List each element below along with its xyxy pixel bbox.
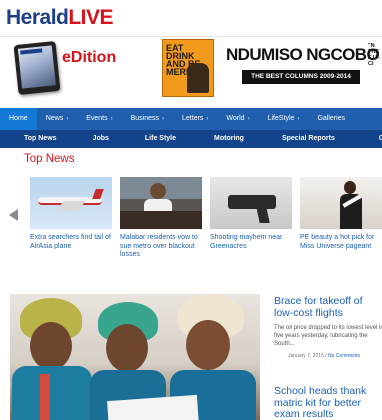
nav-item-label: Galleries bbox=[317, 115, 346, 122]
carousel-prev-arrow-icon[interactable] bbox=[9, 209, 18, 221]
book-cover-image[interactable]: EAT DRINK AND BE MERRY bbox=[162, 39, 214, 97]
site-logo[interactable]: HeraldLIVE bbox=[6, 6, 114, 30]
story-2[interactable]: School heads thank matric kit for better… bbox=[274, 385, 382, 420]
news-thumb-3[interactable] bbox=[210, 177, 292, 229]
promo-banner: eDition EAT DRINK AND BE MERRY NDUMISO N… bbox=[0, 36, 382, 98]
columnist-promo[interactable]: NDUMISO NGCOBO THE BEST COLUMNS 2009-201… bbox=[222, 43, 380, 93]
news-caption-1[interactable]: Extra searchers find tail of AirAsia pla… bbox=[30, 234, 116, 251]
news-caption-3[interactable]: Shooting mayhem near Greenacres bbox=[210, 234, 296, 251]
featured-photo[interactable] bbox=[10, 294, 260, 420]
columnist-tagline: THE BEST COLUMNS 2009-2014 bbox=[242, 70, 360, 84]
news-thumb-2[interactable] bbox=[120, 177, 202, 229]
subnav-item-jobs[interactable]: Jobs bbox=[75, 130, 127, 148]
promo-side-text: "N THE F U -CI bbox=[368, 43, 381, 67]
subnav-item-classifieds[interactable]: Classifieds bbox=[357, 130, 382, 148]
edition-link[interactable]: eDition bbox=[62, 49, 116, 67]
nav-item-home[interactable]: Home bbox=[0, 108, 37, 130]
nav-item-label: World bbox=[226, 115, 245, 122]
chevron-right-icon: › bbox=[247, 116, 250, 122]
nav-item-label: Home bbox=[9, 115, 28, 122]
chevron-right-icon: › bbox=[110, 116, 113, 122]
chevron-right-icon: › bbox=[66, 116, 69, 122]
nav-item-events[interactable]: Events › bbox=[77, 108, 121, 130]
nav-item-letters[interactable]: Letters › bbox=[173, 108, 217, 130]
news-caption-4[interactable]: PE beauty a hot pick for Miss Universe p… bbox=[300, 234, 382, 251]
news-caption-2[interactable]: Malabar residents vow to sue metro over … bbox=[120, 234, 206, 260]
nav-item-world[interactable]: World › bbox=[217, 108, 258, 130]
story-comments-link[interactable]: No Comments bbox=[328, 353, 360, 359]
chevron-right-icon: › bbox=[206, 116, 209, 122]
subnav-item-top-news[interactable]: Top News bbox=[0, 130, 75, 148]
nav-item-lifestyle[interactable]: LifeStyle › bbox=[259, 108, 309, 130]
nav-item-label: Letters bbox=[182, 115, 204, 122]
nav-item-label: LifeStyle bbox=[267, 115, 295, 122]
news-thumb-1[interactable] bbox=[30, 177, 112, 229]
chevron-right-icon: › bbox=[162, 116, 165, 122]
logo-live: LIVE bbox=[68, 6, 114, 29]
nav-item-business[interactable]: Business › bbox=[122, 108, 173, 130]
columnist-name: NDUMISO NGCOBO bbox=[226, 45, 380, 64]
subnav-item-motoring[interactable]: Motoring bbox=[196, 130, 264, 148]
chevron-right-icon: › bbox=[297, 116, 300, 122]
subnav-item-life-style[interactable]: Life Style bbox=[127, 130, 196, 148]
tablet-image[interactable] bbox=[13, 40, 61, 96]
news-thumb-4[interactable] bbox=[300, 177, 382, 229]
nav-item-label: Business bbox=[130, 115, 160, 122]
main-nav: Home News › Events › Business › Letters › World › L… bbox=[0, 108, 382, 130]
subnav-item-special-reports[interactable]: Special Reports bbox=[264, 130, 357, 148]
story-headline[interactable]: Brace for takeoff of low-cost flights bbox=[274, 295, 382, 319]
sub-nav: Top News Jobs Life Style Motoring Special Re… bbox=[0, 130, 382, 148]
logo-herald: Herald bbox=[6, 6, 69, 29]
story-1[interactable]: Brace for takeoff of low-cost flights Th… bbox=[274, 295, 382, 360]
top-news-heading: Top News bbox=[24, 153, 75, 165]
story-meta: January 7, 2015 / No Comments bbox=[274, 352, 382, 360]
story-date: January 7, 2015 / bbox=[288, 353, 329, 359]
nav-item-galleries[interactable]: Galleries bbox=[308, 108, 354, 130]
nav-item-news[interactable]: News › bbox=[37, 108, 78, 130]
nav-item-label: News bbox=[45, 115, 64, 122]
nav-item-label: Events bbox=[86, 115, 108, 122]
story-headline[interactable]: School heads thank matric kit for better… bbox=[274, 385, 382, 420]
story-summary: The oil price dropped to its lowest leve… bbox=[274, 325, 382, 347]
